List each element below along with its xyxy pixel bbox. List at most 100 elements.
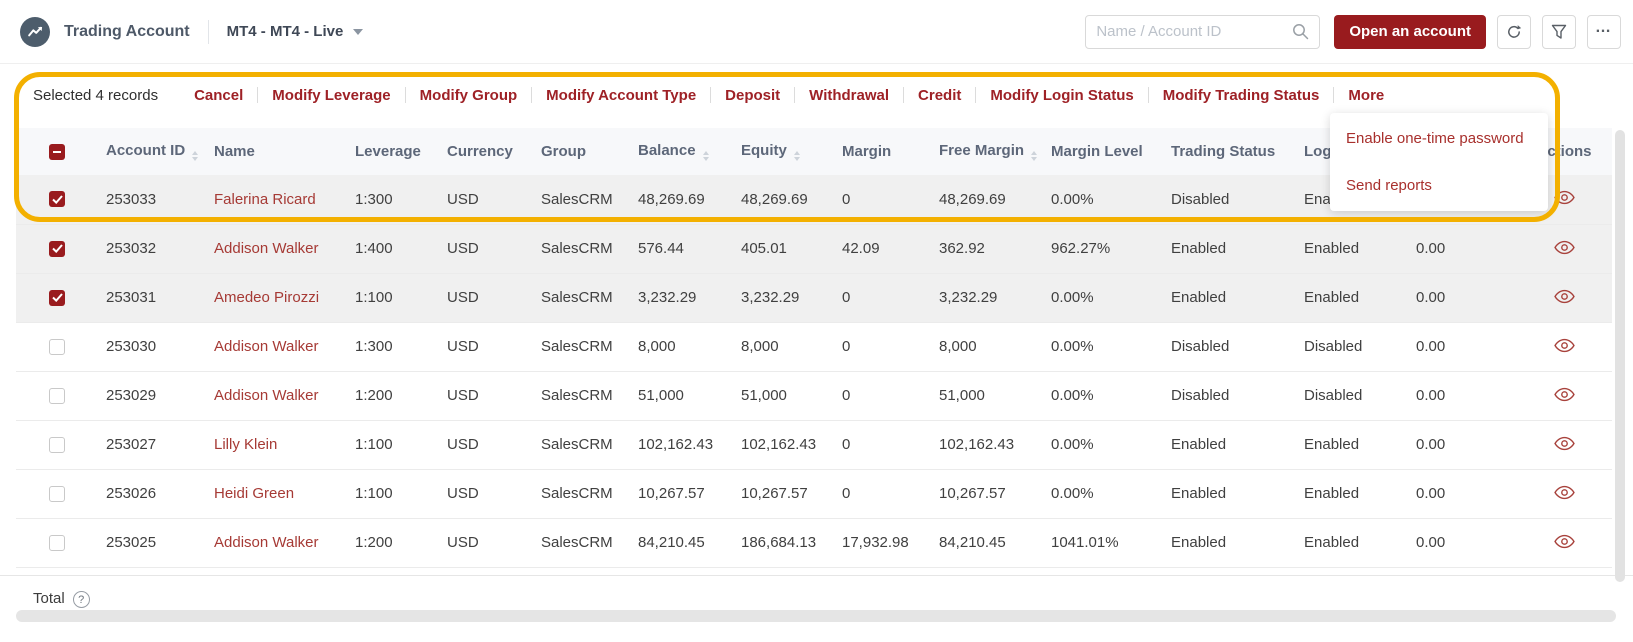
row-checkbox[interactable]: [49, 241, 65, 257]
open-account-button[interactable]: Open an account: [1334, 15, 1486, 49]
header-cell-equity[interactable]: Equity: [741, 128, 842, 175]
view-account-button[interactable]: [1550, 336, 1579, 358]
table-row: 253025Addison Walker1:200USDSalesCRM84,2…: [16, 518, 1612, 567]
cell-trading_status: Enabled: [1171, 224, 1304, 273]
cell-currency: USD: [447, 273, 541, 322]
action-separator: [710, 87, 711, 103]
refresh-button[interactable]: [1497, 15, 1531, 49]
menu-item-enable-one-time-password[interactable]: Enable one-time password: [1330, 115, 1548, 162]
action-separator: [794, 87, 795, 103]
cell-margin_level: 0.00%: [1051, 273, 1171, 322]
selected-count-label: Selected 4 records: [33, 87, 158, 104]
row-checkbox[interactable]: [49, 535, 65, 551]
action-modify-trading-status[interactable]: Modify Trading Status: [1163, 87, 1320, 104]
cell-free_margin: 10,267.57: [939, 469, 1051, 518]
row-checkbox[interactable]: [49, 388, 65, 404]
row-checkbox[interactable]: [49, 437, 65, 453]
sort-icon[interactable]: [192, 151, 198, 161]
help-icon[interactable]: ?: [73, 591, 90, 608]
account-type-label: MT4 - MT4 - Live: [227, 23, 344, 40]
row-checkbox[interactable]: [49, 191, 65, 207]
action-deposit[interactable]: Deposit: [725, 87, 780, 104]
cell-free_margin: 84,210.45: [939, 518, 1051, 567]
cell-trading_status: Enabled: [1171, 273, 1304, 322]
row-checkbox[interactable]: [49, 339, 65, 355]
action-modify-account-type[interactable]: Modify Account Type: [546, 87, 696, 104]
chevron-down-icon: [353, 29, 363, 35]
filter-button[interactable]: [1542, 15, 1576, 49]
action-cancel[interactable]: Cancel: [194, 87, 243, 104]
select-all-checkbox[interactable]: [49, 144, 65, 160]
view-account-button[interactable]: [1550, 385, 1579, 407]
action-modify-login-status[interactable]: Modify Login Status: [990, 87, 1133, 104]
more-options-button[interactable]: …: [1587, 15, 1621, 49]
view-account-button[interactable]: [1550, 532, 1579, 554]
eye-icon: [1554, 488, 1575, 503]
cell-name[interactable]: Amedeo Pirozzi: [214, 273, 355, 322]
cell-name[interactable]: Falerina Ricard: [214, 175, 355, 224]
cell-margin_level: 0.00%: [1051, 175, 1171, 224]
cell-leverage: 1:200: [355, 518, 447, 567]
action-modify-leverage[interactable]: Modify Leverage: [272, 87, 390, 104]
cell-margin_level: 962.27%: [1051, 224, 1171, 273]
view-account-button[interactable]: [1550, 483, 1579, 505]
more-dropdown-menu: Enable one-time passwordSend reports: [1330, 113, 1548, 211]
cell-name[interactable]: Addison Walker: [214, 322, 355, 371]
header-cell-checkbox: [16, 128, 106, 175]
row-checkbox[interactable]: [49, 486, 65, 502]
horizontal-scrollbar[interactable]: [16, 610, 1616, 622]
header-label-trading_status: Trading Status: [1171, 143, 1275, 160]
header-cell-account_id[interactable]: Account ID: [106, 128, 214, 175]
header-cell-balance[interactable]: Balance: [638, 128, 741, 175]
cell-margin: 0: [842, 322, 939, 371]
action-withdrawal[interactable]: Withdrawal: [809, 87, 889, 104]
page-title: Trading Account: [64, 23, 190, 41]
sort-icon[interactable]: [703, 151, 709, 161]
cell-name[interactable]: Addison Walker: [214, 224, 355, 273]
action-credit[interactable]: Credit: [918, 87, 961, 104]
account-type-selector[interactable]: MT4 - MT4 - Live: [227, 23, 364, 40]
cell-login_status: Enabled: [1304, 518, 1416, 567]
cell-margin: 0: [842, 469, 939, 518]
view-account-button[interactable]: [1550, 287, 1579, 309]
action-separator: [1148, 87, 1149, 103]
cell-name[interactable]: Lilly Klein: [214, 420, 355, 469]
cell-currency: USD: [447, 469, 541, 518]
cell-login_status: Enabled: [1304, 420, 1416, 469]
header-cell-trading_status: Trading Status: [1171, 128, 1304, 175]
cell-trading_status: Enabled: [1171, 420, 1304, 469]
action-more[interactable]: More: [1348, 87, 1384, 104]
cell-margin: 17,932.98: [842, 518, 939, 567]
vertical-scrollbar[interactable]: [1615, 130, 1625, 582]
search-box[interactable]: [1085, 15, 1320, 49]
cell-account_id: 253029: [106, 371, 214, 420]
menu-item-send-reports[interactable]: Send reports: [1330, 162, 1548, 209]
header-label-margin_level: Margin Level: [1051, 143, 1143, 160]
cell-name[interactable]: Heidi Green: [214, 469, 355, 518]
row-checkbox[interactable]: [49, 290, 65, 306]
cell-balance: 10,267.57: [638, 469, 741, 518]
topbar-actions: Open an account …: [1085, 15, 1621, 49]
refresh-icon: [1506, 24, 1522, 40]
cell-login_status: Disabled: [1304, 371, 1416, 420]
cell-margin_level: 0.00%: [1051, 371, 1171, 420]
action-separator: [531, 87, 532, 103]
divider: [208, 20, 209, 44]
view-account-button[interactable]: [1550, 238, 1579, 260]
view-account-button[interactable]: [1550, 188, 1579, 210]
search-input[interactable]: [1096, 23, 1292, 40]
cell-name[interactable]: Addison Walker: [214, 371, 355, 420]
cell-credit: 0.00: [1416, 420, 1516, 469]
view-account-button[interactable]: [1550, 434, 1579, 456]
action-modify-group[interactable]: Modify Group: [420, 87, 518, 104]
sort-icon[interactable]: [1031, 151, 1037, 161]
cell-equity: 102,162.43: [741, 420, 842, 469]
cell-account_id: 253025: [106, 518, 214, 567]
header-cell-name: Name: [214, 128, 355, 175]
cell-name[interactable]: Addison Walker: [214, 518, 355, 567]
cell-margin_level: 0.00%: [1051, 469, 1171, 518]
action-separator: [975, 87, 976, 103]
header-cell-free_margin[interactable]: Free Margin: [939, 128, 1051, 175]
sort-icon[interactable]: [794, 151, 800, 161]
cell-equity: 51,000: [741, 371, 842, 420]
